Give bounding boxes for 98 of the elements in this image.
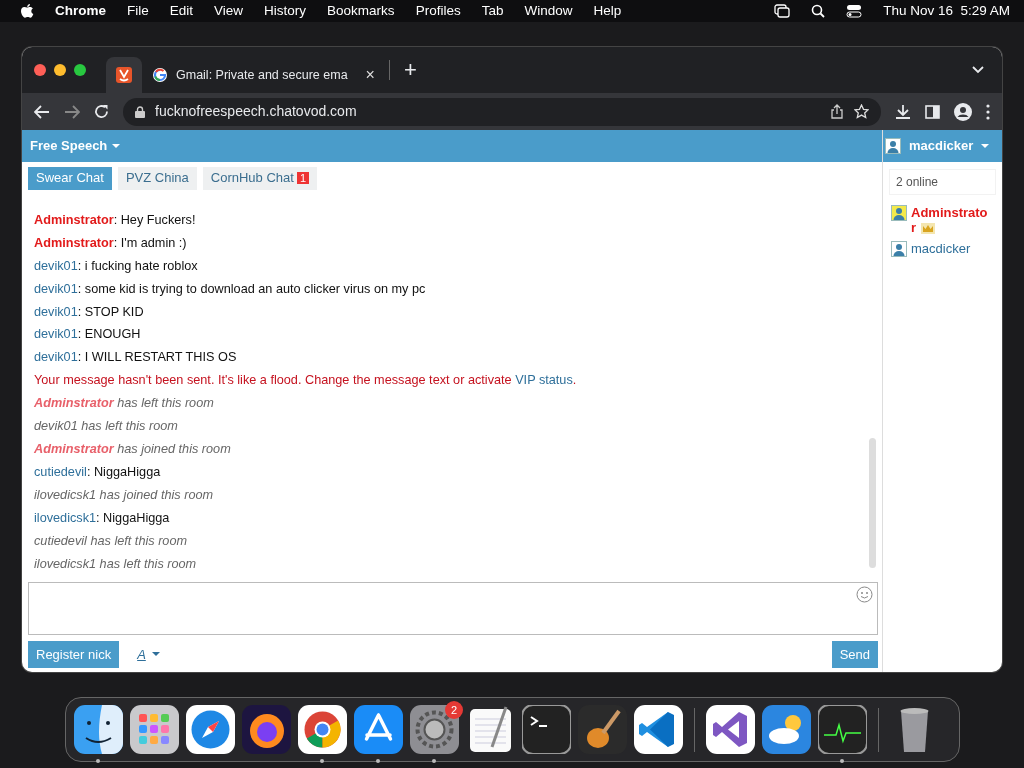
app-grid-icon[interactable] bbox=[130, 705, 179, 754]
send-button[interactable]: Send bbox=[831, 640, 878, 668]
menu-item[interactable]: History bbox=[264, 0, 307, 22]
finder-icon[interactable] bbox=[74, 705, 123, 754]
chevron-down-icon[interactable] bbox=[972, 66, 984, 74]
apple-logo-icon[interactable] bbox=[20, 3, 34, 19]
window-control-button[interactable] bbox=[34, 64, 46, 76]
username[interactable]: devik01 bbox=[34, 350, 78, 365]
user-avatar-icon bbox=[885, 138, 901, 154]
room-event: Adminstrator has joined this room bbox=[34, 441, 232, 458]
menu-item[interactable]: Edit bbox=[169, 0, 194, 22]
caret-icon[interactable] bbox=[981, 144, 990, 148]
unread-count: 1 bbox=[296, 172, 310, 184]
menu-item[interactable]: Bookmarks bbox=[327, 0, 395, 22]
more-menu-icon[interactable] bbox=[986, 103, 990, 120]
new-tab-button[interactable]: + bbox=[403, 59, 417, 81]
caret-icon[interactable] bbox=[112, 144, 121, 148]
app-store-icon[interactable] bbox=[354, 705, 403, 754]
address-bar[interactable]: fucknofreespeech.chatovod.com bbox=[123, 97, 881, 126]
menu-item[interactable]: Tab bbox=[481, 0, 504, 22]
user-list-name[interactable]: Adminstrato bbox=[911, 205, 988, 220]
browser-tab[interactable]: Gmail: Private and secure ema × bbox=[142, 57, 385, 93]
chat-message: devik01: STOP KID bbox=[34, 303, 145, 321]
reload-icon[interactable] bbox=[94, 104, 109, 119]
forward-icon[interactable] bbox=[64, 104, 80, 119]
user-list-name[interactable]: macdicker bbox=[911, 241, 971, 256]
chrome-icon[interactable] bbox=[298, 705, 347, 754]
message-input[interactable] bbox=[28, 581, 878, 635]
caret-icon[interactable] bbox=[151, 652, 160, 657]
username[interactable]: Adminstrator bbox=[34, 212, 114, 227]
username[interactable]: cutiedevil bbox=[34, 464, 87, 479]
search-icon[interactable] bbox=[811, 4, 826, 18]
menu-item[interactable]: View bbox=[214, 0, 244, 22]
room-event: Adminstrator has left this room bbox=[34, 395, 215, 413]
window-control-button[interactable] bbox=[54, 64, 66, 76]
cloud-sun-icon[interactable] bbox=[762, 705, 811, 754]
activity-monitor-icon[interactable] bbox=[818, 705, 867, 754]
chat-message: ilovedicsk1: NiggaHigga bbox=[34, 509, 171, 527]
clock[interactable]: Thu Nov 16 5:29 AM bbox=[883, 0, 1010, 22]
window-control-button[interactable] bbox=[74, 64, 86, 76]
smiley-icon[interactable] bbox=[856, 585, 873, 603]
site-favicon bbox=[116, 67, 132, 83]
menu-item[interactable]: File bbox=[127, 0, 149, 22]
chat-message: devik01: some kid is trying to download an auto clicker virus on my pc bbox=[34, 280, 427, 298]
room-event: cutiedevil has left this room bbox=[34, 532, 189, 550]
error-message: Your message hasn't been sent. It's like a flood. Change the message text or activate VIP status. bbox=[34, 372, 578, 390]
ide-icon[interactable] bbox=[706, 705, 755, 754]
chat-message: devik01: I WILL RESTART THIS OS bbox=[34, 349, 238, 367]
room-event: ilovedicsk1 has left this room bbox=[34, 555, 198, 573]
room-tab[interactable]: CornHub Chat 1 bbox=[202, 167, 318, 190]
room-event: ilovedicsk1 has joined this room bbox=[34, 486, 215, 504]
username[interactable]: devik01 bbox=[34, 281, 78, 296]
user-list-name[interactable]: r bbox=[911, 220, 917, 235]
app-name[interactable]: Chrome bbox=[55, 0, 106, 22]
gear-icon[interactable] bbox=[410, 705, 459, 754]
online-count: 2 online bbox=[889, 169, 996, 195]
tab-close-button[interactable]: × bbox=[365, 63, 375, 87]
google-favicon bbox=[152, 67, 168, 83]
register-nick-button[interactable]: Register nick bbox=[28, 640, 120, 668]
chat-message: cutiedevil: NiggaHigga bbox=[34, 463, 162, 481]
room-menu[interactable]: Free Speech bbox=[30, 136, 108, 156]
chat-message: Adminstrator: I'm admin :) bbox=[34, 234, 188, 252]
bookmark-star-icon[interactable] bbox=[854, 104, 869, 119]
username[interactable]: devik01 bbox=[34, 327, 78, 342]
room-tab[interactable]: PVZ China bbox=[117, 167, 197, 190]
menu-item[interactable]: Window bbox=[524, 0, 573, 22]
compass-icon[interactable] bbox=[186, 705, 235, 754]
tab-title: Gmail: Private and secure ema bbox=[176, 66, 348, 84]
browser-tab[interactable] bbox=[106, 57, 142, 93]
font-style-button[interactable]: A bbox=[133, 644, 150, 664]
back-icon[interactable] bbox=[34, 104, 50, 119]
share-icon[interactable] bbox=[830, 104, 844, 119]
username[interactable]: devik01 bbox=[34, 304, 78, 319]
chat-message: devik01: i fucking hate roblox bbox=[34, 257, 199, 275]
username[interactable]: Adminstrator bbox=[34, 235, 114, 250]
notification-badge: 2 bbox=[445, 701, 463, 719]
vip-status-link[interactable]: VIP status bbox=[515, 373, 573, 388]
side-panel-icon[interactable] bbox=[925, 104, 940, 119]
profile-icon[interactable] bbox=[954, 102, 972, 121]
user-avatar-icon bbox=[891, 205, 907, 221]
user-avatar-icon bbox=[891, 241, 907, 257]
terminal-icon[interactable] bbox=[522, 705, 571, 754]
room-tab[interactable]: Swear Chat bbox=[28, 167, 112, 190]
download-icon[interactable] bbox=[895, 103, 911, 120]
lock-icon bbox=[135, 105, 145, 118]
chat-message: devik01: ENOUGH bbox=[34, 326, 142, 344]
chat-message: Adminstrator: Hey Fuckers! bbox=[34, 211, 197, 229]
menu-item[interactable]: Help bbox=[593, 0, 622, 22]
fox-globe-icon[interactable] bbox=[242, 705, 291, 754]
code-editor-icon[interactable] bbox=[634, 705, 683, 754]
username[interactable]: devik01 bbox=[34, 258, 78, 273]
menu-item[interactable]: Profiles bbox=[415, 0, 461, 22]
room-event: devik01 has left this room bbox=[34, 418, 179, 436]
control-center-icon[interactable] bbox=[846, 4, 863, 18]
scrollbar[interactable] bbox=[869, 437, 876, 568]
crown-icon bbox=[921, 223, 936, 235]
screen-mirroring-icon[interactable] bbox=[774, 4, 791, 18]
url-text: fucknofreespeech.chatovod.com bbox=[155, 102, 357, 121]
